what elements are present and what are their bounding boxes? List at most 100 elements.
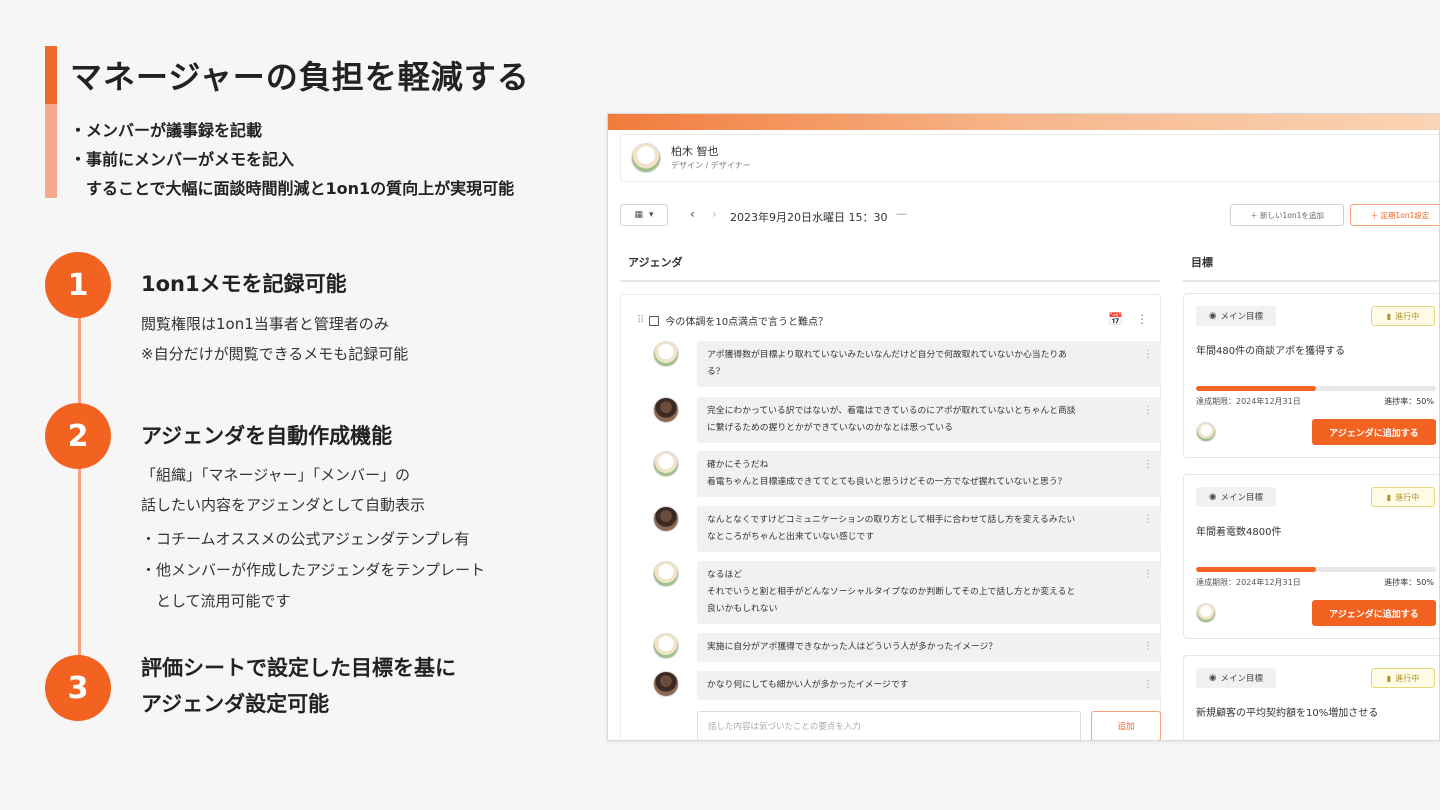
agenda-heading: アジェンダ [628,256,683,269]
medal-icon: ◉ [1209,673,1217,683]
goal-tag: ◉ メイン目標 [1196,487,1276,507]
agenda-question: ⠿ 今の体調を10点満点で言うと難点？ [637,313,828,328]
title-accent-bar [45,46,57,104]
bar-chart-icon: ▮ [1386,492,1392,502]
status-badge: ▮ 進行中 [1371,668,1435,688]
goal-progress-fill [1196,386,1316,391]
sub-bullet: ・コチームオススメの公式アジェンダテンプレ有 [141,530,470,548]
memo-input[interactable]: 話した内容は気づいたことの要点を入力 [697,711,1081,740]
step-number-3: 3 [45,655,111,721]
agenda-checkbox[interactable] [649,315,660,326]
step-title-line: 評価シートで設定した目標を基に [141,656,456,680]
sub-bullet: として流用可能です [141,592,291,610]
more-icon[interactable]: ⋮ [1136,312,1148,326]
toolbar: ▦ ▾ ‹ › 2023年9月20日水曜日 15：30 — ＋ 新しい1on1を… [620,204,1439,228]
bullet-item: することで大幅に面談時間削減と1on1の質向上が実現可能 [70,179,515,198]
goals-divider [1183,280,1439,282]
app-top-gradient [608,114,1439,130]
regular-1on1-button[interactable]: ＋ 定期1on1設定 [1350,204,1439,226]
agenda-question-text: 今の体調を10点満点で言うと難点？ [665,317,829,328]
step-title-1: 1on1メモを記録可能 [141,266,347,302]
message-bubble: なんとなくですけどコミュニケーションの取り方として相手に合わせて話し方を変えるみ… [697,506,1161,552]
step-desc-2: 「組織」「マネージャー」「メンバー」の 話したい内容をアジェンダとして自動表示 [141,460,425,520]
add-button[interactable]: 追加 [1091,711,1161,740]
avatar [653,506,679,532]
bullet-item: ・メンバーが議事録を記載 [70,121,263,140]
step-desc-line: 話したい内容をアジェンダとして自動表示 [141,496,425,514]
agenda-card: ⠿ 今の体調を10点満点で言うと難点？ 📅 ⋮ アポ獲得数が目標より取れていない… [620,294,1161,740]
goal-progress [1196,386,1436,391]
bar-chart-icon: ▮ [1386,311,1392,321]
profile-card: 柏木 智也 デザイン / デザイナー [620,134,1439,182]
avatar [653,561,679,587]
calendar-icon: ▦ [634,210,643,220]
more-icon[interactable]: ⋮ [1143,456,1153,473]
step-title-3: 評価シートで設定した目標を基に アジェンダ設定可能 [141,650,456,722]
goal-card: ◉ メイン目標 ▮ 進行中 年間着電数4800件 達成期限：2024年12月31… [1183,474,1439,639]
more-icon[interactable]: ⋮ [1143,566,1153,583]
add-to-agenda-button[interactable]: アジェンダに追加する [1312,600,1436,626]
medal-icon: ◉ [1209,492,1217,502]
step-title-line: アジェンダを自動作成機能 [141,424,393,448]
status-badge: ▮ 進行中 [1371,306,1435,326]
step-desc-line: ※自分だけが閲覧できるメモも記録可能 [141,345,409,363]
steps-timeline [78,290,81,680]
slide-bullets: ・メンバーが議事録を記載 ・事前にメンバーがメモを記入 することで大幅に面談時間… [70,116,514,203]
agenda-divider [620,280,1160,282]
step-sub-bullets-2: ・コチームオススメの公式アジェンダテンプレ有 ・他メンバーが作成したアジェンダを… [141,524,485,617]
message-bubble: なるほど それでいうと割と相手がどんなソーシャルタイプなのか判断してその上で話し… [697,561,1161,624]
more-icon[interactable]: ⋮ [1143,346,1153,363]
date-dash: — [896,207,907,220]
message-bubble: 実施に自分がアポ獲得できなかった人はどういう人が多かったイメージ？ ⋮ [697,633,1161,662]
goal-progress-fill [1196,567,1316,572]
goal-card: ◉ メイン目標 ▮ 進行中 新規顧客の平均契約額を10%増加させる [1183,655,1439,740]
more-icon[interactable]: ⋮ [1143,676,1153,693]
sub-bullet: ・他メンバーが作成したアジェンダをテンプレート [141,561,485,579]
step-desc-1: 閲覧権限は1on1当事者と管理者のみ ※自分だけが閲覧できるメモも記録可能 [141,309,408,369]
new-1on1-button[interactable]: ＋ 新しい1on1を追加 [1230,204,1344,226]
goal-text: 新規顧客の平均契約額を10%増加させる [1196,708,1379,719]
goal-progress [1196,567,1436,572]
title-accent-bar-light [45,104,57,198]
avatar [653,397,679,423]
session-date[interactable]: 2023年9月20日水曜日 15：30 [730,209,887,225]
avatar [1196,422,1216,442]
avatar [653,341,679,367]
more-icon[interactable]: ⋮ [1143,402,1153,419]
goal-tag: ◉ メイン目標 [1196,668,1276,688]
profile-name: 柏木 智也 [671,145,719,158]
profile-avatar [631,143,661,173]
message-bubble: かなり何にしても細かい人が多かったイメージです ⋮ [697,671,1161,700]
drag-handle-icon[interactable]: ⠿ [637,315,644,326]
step-title-line: アジェンダ設定可能 [141,692,330,716]
message-bubble: 完全にわかっている訳ではないが、着電はできているのにアポが取れていないとちゃんと… [697,397,1161,443]
avatar [1196,603,1216,623]
message-bubble: アポ獲得数が目標より取れていないみたいなんだけど自分で何故取れていないか心当たり… [697,341,1161,387]
calendar-icon[interactable]: 📅 [1108,312,1123,326]
add-to-agenda-button[interactable]: アジェンダに追加する [1312,419,1436,445]
avatar [653,671,679,697]
next-date-button[interactable]: › [712,207,717,221]
app-screenshot: 柏木 智也 デザイン / デザイナー ▦ ▾ ‹ › 2023年9月20日水曜日… [607,113,1440,741]
goal-card: ◉ メイン目標 ▮ 進行中 年間480件の商談アポを獲得する 達成期限：2024… [1183,293,1439,458]
prev-date-button[interactable]: ‹ [690,207,695,221]
step-title-2: アジェンダを自動作成機能 [141,418,392,454]
slide-title: マネージャーの負担を軽減する [70,58,530,96]
goals-heading: 目標 [1191,256,1213,269]
goal-text: 年間480件の商談アポを獲得する [1196,346,1346,357]
step-number-2: 2 [45,403,111,469]
bar-chart-icon: ▮ [1386,673,1392,683]
more-icon[interactable]: ⋮ [1143,638,1153,655]
step-desc-line: 閲覧権限は1on1当事者と管理者のみ [141,315,389,333]
goal-rate: 進捗率：50% [1384,578,1434,587]
more-icon[interactable]: ⋮ [1143,511,1153,528]
goal-deadline: 達成期限：2024年12月31日 [1196,397,1301,406]
calendar-dropdown[interactable]: ▦ ▾ [620,204,668,226]
goal-text: 年間着電数4800件 [1196,527,1282,538]
avatar [653,633,679,659]
chevron-down-icon: ▾ [648,210,654,220]
bullet-item: ・事前にメンバーがメモを記入 [70,150,295,169]
medal-icon: ◉ [1209,311,1217,321]
step-title-line: 1on1メモを記録可能 [141,272,347,296]
goal-deadline: 達成期限：2024年12月31日 [1196,578,1301,587]
